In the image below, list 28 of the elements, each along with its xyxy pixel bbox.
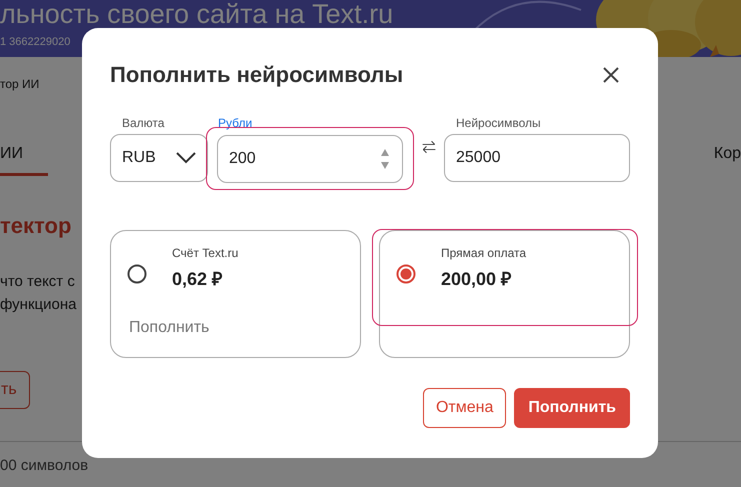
radio-button[interactable] — [127, 264, 147, 284]
option-amount: 0,62 ₽ — [172, 268, 224, 290]
close-icon[interactable] — [602, 66, 620, 84]
currency-select[interactable]: RUB — [110, 134, 208, 182]
description-text: функциона — [0, 295, 76, 315]
option-label: Счёт Text.ru — [172, 246, 238, 260]
action-button[interactable]: ть — [0, 371, 30, 409]
contact-info: 1 3662229020 — [0, 36, 70, 48]
cancel-button[interactable]: Отмена — [422, 388, 506, 428]
caret-icon — [176, 152, 196, 164]
character-count: 00 символов — [0, 457, 90, 474]
neurosymbols-input[interactable]: 25000 — [444, 134, 630, 182]
option-label: Прямая оплата — [441, 246, 526, 260]
field-label: Рубли — [218, 116, 254, 130]
radio-button[interactable] — [396, 264, 416, 284]
page-tab[interactable]: ИИ — [0, 139, 48, 176]
field-label: Нейросимволы — [456, 116, 542, 130]
page-tab[interactable]: Кор — [714, 139, 741, 176]
banner-headline: льность своего сайта на Text.ru — [0, 0, 394, 28]
option-amount: 200,00 ₽ — [441, 268, 512, 290]
page-heading: тектор — [0, 213, 72, 239]
dialog-title: Пополнить нейросимволы — [110, 62, 404, 88]
field-label: Валюта — [122, 116, 166, 130]
rubles-input[interactable]: 200 — [217, 135, 403, 183]
description-text: что текст с — [0, 272, 75, 292]
payment-option-card[interactable]: Счёт Text.ru 0,62 ₽ Пополнить — [110, 230, 361, 358]
top-up-link[interactable]: Пополнить — [129, 319, 210, 337]
submit-button[interactable]: Пополнить — [514, 388, 630, 428]
